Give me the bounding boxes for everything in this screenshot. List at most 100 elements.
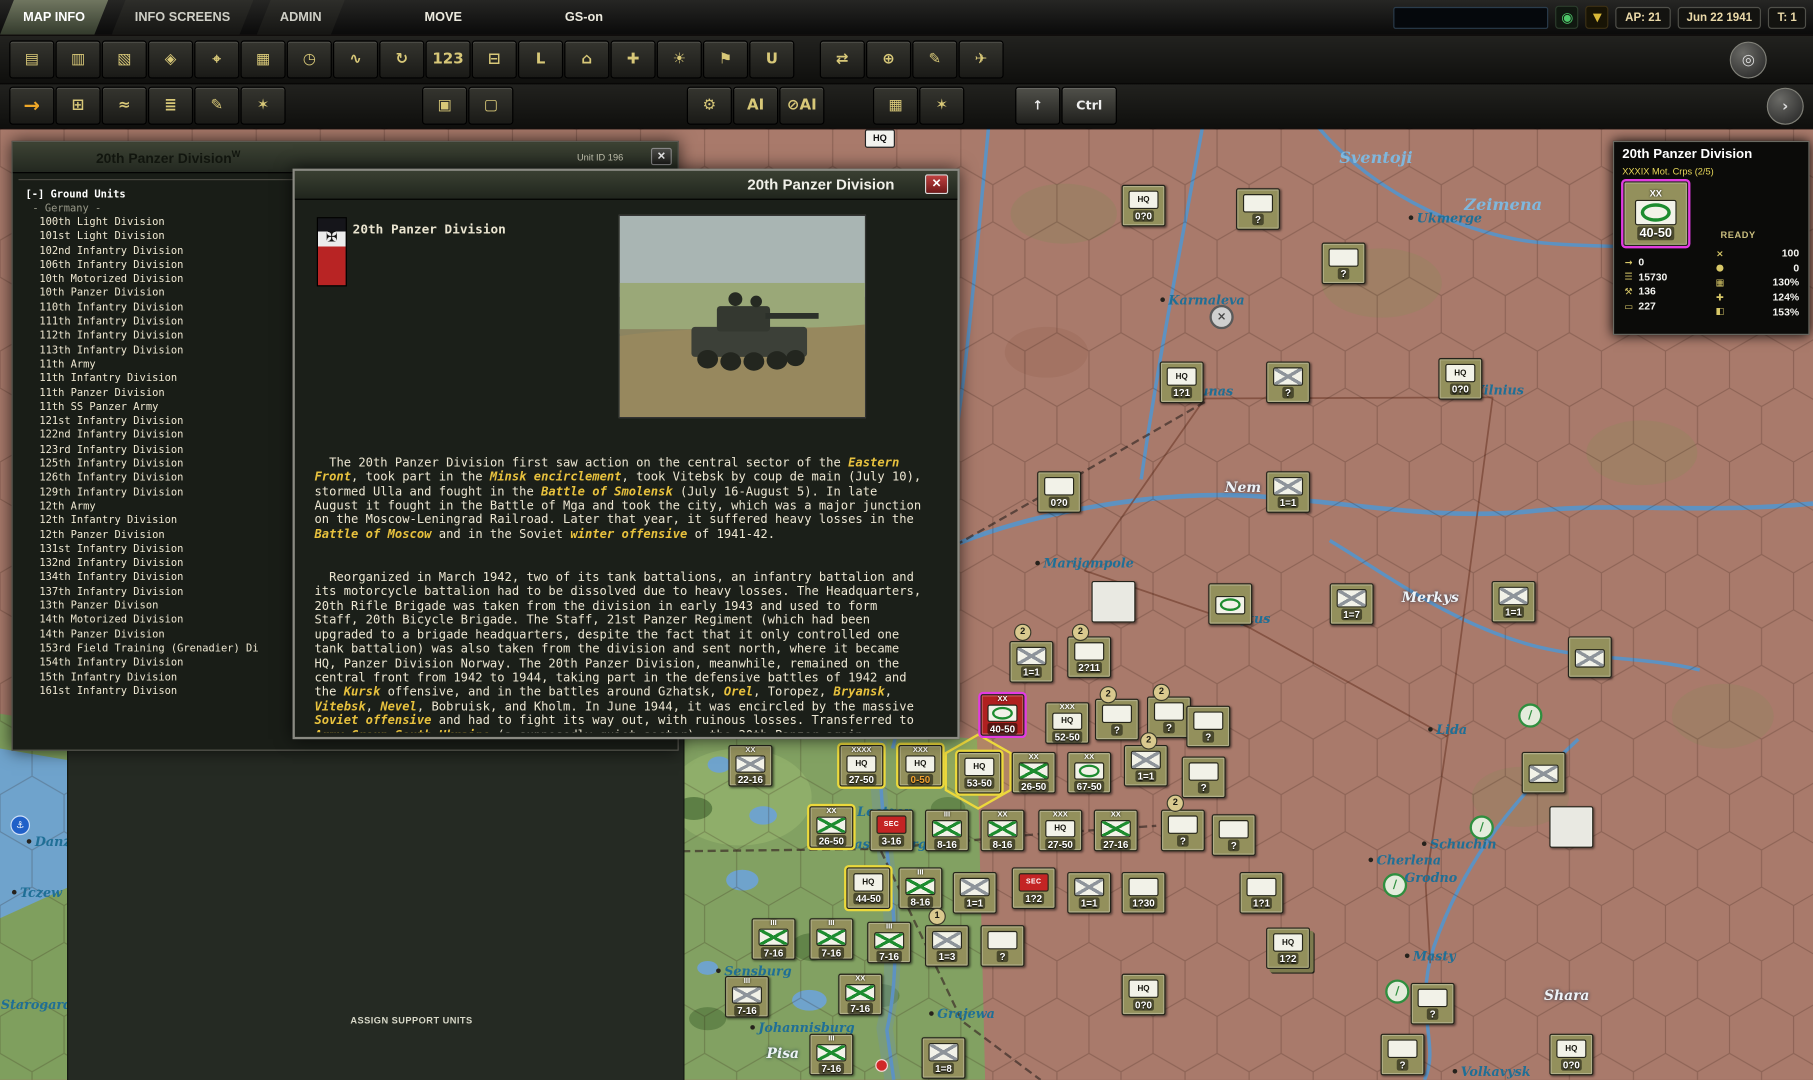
unit-list-item[interactable]: 122nd Infantry Division — [19, 429, 299, 443]
search-input[interactable] — [1394, 6, 1549, 28]
construction-icon[interactable]: ✚ — [611, 40, 656, 78]
map-unit-counter[interactable]: XX22-16 — [728, 745, 772, 787]
map-unit-counter[interactable]: HQ44-50 — [846, 867, 890, 909]
tree-root-ground-units[interactable]: [-] Ground Units — [19, 188, 299, 202]
edit-icon[interactable]: ✎ — [194, 87, 239, 125]
hex-cluster-icon[interactable]: ◈ — [148, 40, 193, 78]
show-window-icon[interactable]: ▢ — [468, 87, 513, 125]
shift-up-key[interactable]: ↑ — [1015, 87, 1060, 125]
unit-list-item[interactable]: 12th Panzer Division — [19, 528, 299, 542]
rail-depot-icon[interactable]: ⊟ — [472, 40, 517, 78]
tab-move[interactable]: MOVE — [401, 0, 485, 35]
tab-admin[interactable]: ADMIN — [257, 0, 345, 35]
unit-upgrade-icon[interactable]: U — [749, 40, 794, 78]
map-unit-counter[interactable]: ? — [1236, 188, 1280, 230]
hq-chip[interactable]: HQ — [865, 129, 895, 147]
map-unit-counter[interactable] — [1549, 806, 1593, 848]
unit-list-item[interactable]: 12th Infantry Division — [19, 514, 299, 528]
compass-icon[interactable]: ◎ — [1730, 42, 1767, 79]
unit-list-item[interactable]: 126th Infantry Division — [19, 472, 299, 486]
supply-valve-icon[interactable]: ⚙ — [687, 87, 732, 125]
map-unit-counter[interactable]: ? — [1212, 814, 1256, 856]
assign-support-units-button[interactable]: ASSIGN SUPPORT UNITS — [350, 1015, 472, 1025]
unit-list-item[interactable]: 125th Infantry Division — [19, 457, 299, 471]
unit-list-item[interactable]: 137th Infantry Division — [19, 585, 299, 599]
map-unit-counter[interactable] — [1522, 752, 1566, 794]
map-unit-counter[interactable]: HQ1?1 — [1160, 362, 1204, 404]
globe-icon[interactable]: ◉ — [1556, 6, 1579, 29]
city-production-icon[interactable]: ⌂ — [564, 40, 609, 78]
map-unit-counter[interactable]: III8-16 — [898, 867, 942, 909]
unit-list-item[interactable]: 134th Infantry Division — [19, 571, 299, 585]
unit-list-item[interactable]: 102nd Infantry Division — [19, 244, 299, 258]
map-unit-counter[interactable]: XX40-50 — [981, 694, 1025, 736]
map-unit-counter[interactable]: HQ0?0 — [1122, 185, 1166, 227]
unit-list-item[interactable]: 14th Motorized Division — [19, 614, 299, 628]
unit-list-item[interactable]: 13th Panzer Divison — [19, 599, 299, 613]
map-unit-counter[interactable]: HQ53-50 — [957, 752, 1001, 794]
map-unit-counter[interactable]: ? — [1161, 810, 1205, 852]
crosshair-icon[interactable]: ⊕ — [866, 40, 911, 78]
map-unit-counter[interactable] — [1568, 636, 1612, 678]
unit-card-counter[interactable]: XX 40-50 — [1623, 181, 1688, 246]
map-unit-counter[interactable]: XX26-50 — [809, 806, 853, 848]
rail-line-icon[interactable]: ≣ — [148, 87, 193, 125]
map-unit-counter[interactable]: ? — [1095, 699, 1139, 741]
map-unit-counter[interactable]: III7-16 — [809, 918, 853, 960]
map-unit-counter[interactable]: XX27-16 — [1094, 810, 1138, 852]
map-unit-counter[interactable]: III7-16 — [752, 918, 796, 960]
airstrike-icon[interactable]: ✶ — [241, 87, 286, 125]
battle-icon[interactable]: ✶ — [919, 87, 964, 125]
map-unit-counter[interactable]: 1=3 — [925, 925, 969, 967]
jump-map-icon[interactable]: ⌖ — [194, 40, 239, 78]
map-unit-counter[interactable]: 1=1 — [1492, 581, 1536, 623]
unit-list-item[interactable]: 154th Infantry Division — [19, 656, 299, 670]
map-unit-counter[interactable]: XXXXHQ27-50 — [839, 745, 883, 787]
unit-list-item[interactable]: 129th Infantry Division — [19, 486, 299, 500]
map-unit-counter[interactable]: ? — [1266, 362, 1310, 404]
filter-funnel-icon[interactable]: ▼ — [1586, 6, 1609, 29]
map-unit-counter[interactable]: ? — [1411, 983, 1455, 1025]
unit-list-item[interactable]: 11th Army — [19, 358, 299, 372]
map-unit-counter[interactable]: XX7-16 — [838, 974, 882, 1016]
map-unit-counter[interactable]: ? — [1147, 696, 1191, 738]
radio-signal-icon[interactable]: ∿ — [333, 40, 378, 78]
map-unit-counter[interactable]: ? — [1322, 243, 1366, 285]
counter-info-icon[interactable]: ▤ — [9, 40, 54, 78]
map-unit-counter[interactable]: XX26-50 — [1012, 752, 1056, 794]
map-unit-counter[interactable]: III7-16 — [867, 922, 911, 964]
unit-list-item[interactable]: 10th Motorized Division — [19, 273, 299, 287]
map-unit-counter[interactable]: HQ0?0 — [1438, 358, 1482, 400]
unit-list-item[interactable]: 153rd Field Training (Grenadier) Di — [19, 642, 299, 656]
map-unit-counter[interactable]: XXXHQ0-50 — [898, 745, 942, 787]
naval-transport-icon[interactable]: ≈ — [102, 87, 147, 125]
map-unit-counter[interactable]: III7-16 — [809, 1034, 853, 1076]
unit-list-item[interactable]: 15th Infantry Division — [19, 670, 299, 684]
map-unit-counter[interactable]: 1=1 — [953, 872, 997, 914]
close-icon[interactable]: ✕ — [925, 174, 948, 194]
map-unit-counter[interactable]: XXXHQ52-50 — [1045, 702, 1089, 744]
map-unit-counter[interactable]: SEC3-16 — [870, 810, 914, 852]
map-unit-counter[interactable]: 1=1 — [1124, 745, 1168, 787]
map-unit-counter[interactable] — [1208, 583, 1252, 625]
tab-map-info[interactable]: MAP INFO — [0, 0, 108, 35]
unit-list-item[interactable]: 111th Infantry Division — [19, 315, 299, 329]
unit-list-item[interactable]: 11th Infantry Division — [19, 372, 299, 386]
ctrl-key[interactable]: Ctrl — [1061, 87, 1117, 125]
tab-info-screens[interactable]: INFO SCREENS — [112, 0, 254, 35]
map-unit-counter[interactable]: HQ0?0 — [1549, 1034, 1593, 1076]
turn-clock-icon[interactable]: ◷ — [287, 40, 332, 78]
unit-list-item[interactable]: 161st Infantry Divison — [19, 685, 299, 699]
unit-list-item[interactable]: 131st Infantry Division — [19, 543, 299, 557]
unit-list-item[interactable]: 10th Panzer Division — [19, 287, 299, 301]
map-unit-counter[interactable]: 1=1 — [1266, 471, 1310, 513]
move-mode-icon[interactable]: → — [9, 87, 54, 125]
swap-units-icon[interactable]: ⇄ — [820, 40, 865, 78]
unit-list-item[interactable]: 121st Infantry Division — [19, 415, 299, 429]
strategic-rail-icon[interactable]: ⊞ — [56, 87, 101, 125]
unit-list-item[interactable]: 123rd Infantry Division — [19, 443, 299, 457]
map-unit-counter[interactable]: 1=1 — [1067, 872, 1111, 914]
rail-123-icon[interactable]: 123 — [426, 40, 471, 78]
air-transfer-icon[interactable]: ✈ — [959, 40, 1004, 78]
map-unit-counter[interactable]: 1?30 — [1122, 872, 1166, 914]
